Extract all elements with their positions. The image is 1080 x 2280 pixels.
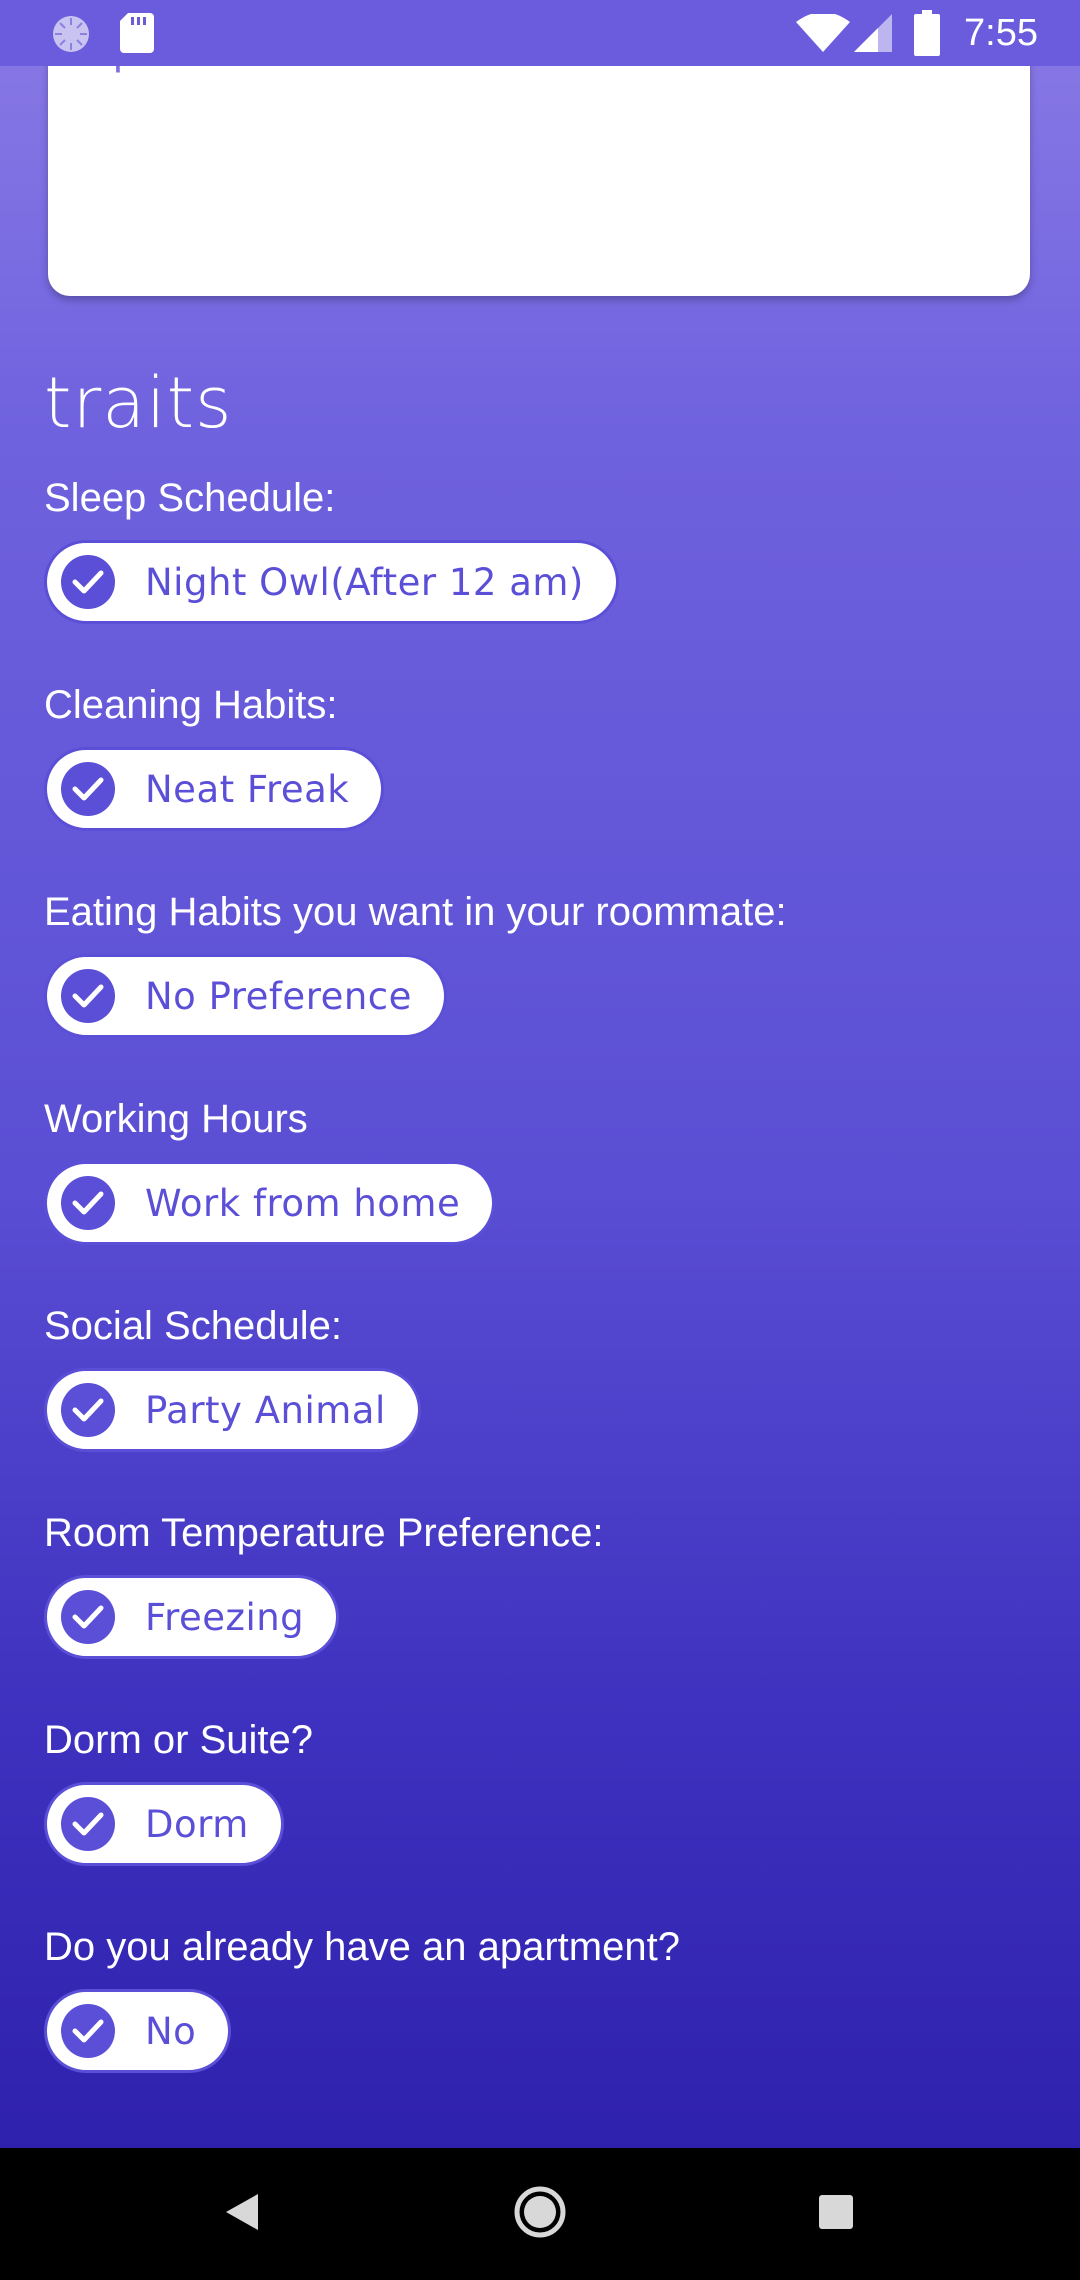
trait-chip-label: Night Owl(After 12 am) [145, 560, 584, 604]
check-icon [61, 762, 115, 816]
trait-chip-label: Party Animal [145, 1388, 386, 1432]
back-icon [224, 2192, 260, 2236]
trait-chip[interactable]: Dorm [44, 1782, 284, 1866]
trait-sleep-schedule: Sleep Schedule: Night Owl(After 12 am) [44, 472, 619, 624]
battery-icon [914, 10, 940, 60]
status-bar: 7:55 [0, 0, 1080, 66]
recents-icon [818, 2194, 854, 2234]
trait-chip[interactable]: Work from home [44, 1161, 496, 1245]
status-time: 7:55 [964, 12, 1038, 54]
trait-have-apartment: Do you already have an apartment? No [44, 1921, 680, 2073]
check-icon [61, 1176, 115, 1230]
check-icon [61, 1797, 115, 1851]
trait-chip-label: No [145, 2009, 197, 2053]
trait-room-temperature: Room Temperature Preference: Freezing [44, 1507, 604, 1659]
trait-chip[interactable]: No Preference [44, 954, 447, 1038]
recents-button[interactable] [806, 2148, 866, 2280]
trait-chip-label: Dorm [145, 1802, 249, 1846]
loading-circle-icon [50, 13, 92, 59]
trait-working-hours: Working Hours Work from home [44, 1093, 496, 1245]
trait-eating-habits: Eating Habits you want in your roommate:… [44, 886, 787, 1038]
trait-chip-label: Freezing [145, 1595, 305, 1639]
profile-form[interactable]: apartment traits Sleep Schedule: Night O… [0, 0, 1080, 2148]
trait-chip[interactable]: No [44, 1989, 232, 2073]
trait-label: Sleep Schedule: [44, 476, 336, 520]
wifi-icon [796, 12, 850, 58]
trait-chip[interactable]: Freezing [44, 1575, 340, 1659]
trait-social-schedule: Social Schedule: Party Animal [44, 1300, 421, 1452]
check-icon [61, 2004, 115, 2058]
signal-icon [854, 14, 894, 58]
home-icon [513, 2185, 567, 2243]
trait-chip[interactable]: Night Owl(After 12 am) [44, 540, 619, 624]
check-icon [61, 555, 115, 609]
back-button[interactable] [210, 2148, 274, 2280]
trait-label: Do you already have an apartment? [44, 1925, 680, 1969]
screen: 7:55 apartment traits Sleep Schedule: Ni… [0, 0, 1080, 2280]
trait-cleaning-habits: Cleaning Habits: Neat Freak [44, 679, 385, 831]
home-button[interactable] [504, 2148, 576, 2280]
trait-chip-label: Neat Freak [145, 767, 350, 811]
trait-label: Eating Habits you want in your roommate: [44, 890, 787, 934]
navigation-bar [0, 2148, 1080, 2280]
trait-label: Dorm or Suite? [44, 1718, 313, 1762]
check-icon [61, 1383, 115, 1437]
trait-dorm-or-suite: Dorm or Suite? Dorm [44, 1714, 313, 1866]
trait-chip[interactable]: Neat Freak [44, 747, 385, 831]
check-icon [61, 969, 115, 1023]
section-heading-traits: traits [44, 362, 233, 444]
check-icon [61, 1590, 115, 1644]
trait-label: Room Temperature Preference: [44, 1511, 604, 1555]
trait-label: Working Hours [44, 1097, 308, 1141]
trait-chip-label: No Preference [145, 974, 412, 1018]
trait-label: Social Schedule: [44, 1304, 342, 1348]
trait-chip-label: Work from home [145, 1181, 461, 1225]
sd-card-icon [120, 13, 154, 57]
trait-chip[interactable]: Party Animal [44, 1368, 421, 1452]
trait-label: Cleaning Habits: [44, 683, 338, 727]
